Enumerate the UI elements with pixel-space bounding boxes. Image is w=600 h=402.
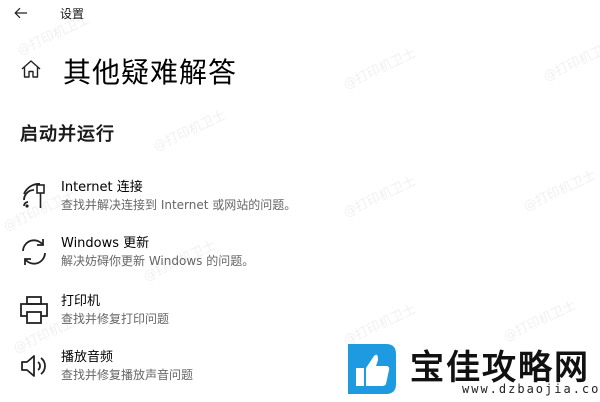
sync-icon <box>18 236 50 268</box>
title-bar: 设置 <box>0 0 600 26</box>
home-icon[interactable] <box>20 58 42 80</box>
back-arrow-icon <box>14 7 27 19</box>
section-title: 启动并运行 <box>20 124 115 145</box>
troubleshooter-printer[interactable]: 打印机 查找并修复打印问题 <box>14 290 414 336</box>
item-label: 播放音频 <box>61 350 114 365</box>
printer-icon <box>18 294 50 326</box>
thumbs-up-logo-icon <box>348 344 396 394</box>
item-label: Internet 连接 <box>61 180 143 195</box>
logo-url: www.dzbaojia.com <box>462 382 600 396</box>
watermark: @打印机卫士 <box>541 38 600 85</box>
item-description: 查找并修复打印问题 <box>61 312 170 326</box>
item-label: 打印机 <box>61 294 101 309</box>
troubleshooter-windows-update[interactable]: Windows 更新 解决妨碍你更新 Windows 的问题。 <box>14 232 414 278</box>
speaker-icon <box>18 350 50 382</box>
watermark: @打印机卫士 <box>521 168 599 215</box>
app-title: 设置 <box>60 7 85 21</box>
item-description: 解决妨碍你更新 Windows 的问题。 <box>61 254 255 268</box>
item-label: Windows 更新 <box>61 236 150 251</box>
watermark: @打印机卫士 <box>151 108 229 155</box>
watermark: @打印机卫士 <box>341 46 419 93</box>
site-logo: 宝佳攻略网 www.dzbaojia.com <box>338 338 600 398</box>
back-button[interactable] <box>8 2 34 24</box>
item-description: 查找并解决连接到 Internet 或网站的问题。 <box>61 198 297 212</box>
page-title: 其他疑难解答 <box>63 56 238 89</box>
wifi-ethernet-icon <box>18 180 50 212</box>
troubleshooter-internet[interactable]: Internet 连接 查找并解决连接到 Internet 或网站的问题。 <box>14 176 414 222</box>
item-description: 查找并修复播放声音问题 <box>61 368 194 382</box>
